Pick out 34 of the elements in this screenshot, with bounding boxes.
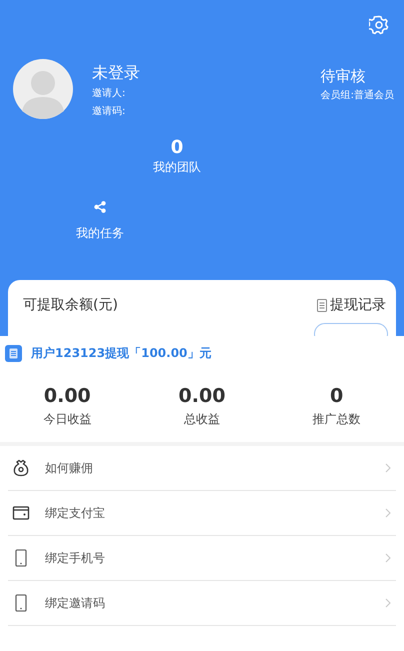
bag-icon bbox=[12, 459, 30, 477]
menu-label: 如何赚佣 bbox=[45, 460, 93, 476]
menu-item[interactable]: 绑定手机号 bbox=[8, 536, 396, 581]
member-group: 会员组:普通会员 bbox=[320, 87, 394, 105]
stat-value: 0.00 bbox=[178, 384, 226, 408]
stat-label: 今日收益 bbox=[43, 411, 92, 428]
team-count: 0 bbox=[170, 137, 184, 159]
chevron-icon bbox=[385, 553, 391, 563]
inviter-label: 邀请人: bbox=[92, 86, 126, 101]
menu-label: 绑定支付宝 bbox=[45, 504, 105, 522]
menu-label: 绑定邀请码 bbox=[45, 594, 105, 612]
invite-code-label: 邀请码: bbox=[92, 104, 126, 119]
withdraw-record-link[interactable]: 提现记录 bbox=[330, 296, 386, 314]
chevron-icon bbox=[385, 463, 391, 473]
document-icon bbox=[317, 298, 327, 312]
stat-label: 总收益 bbox=[184, 411, 220, 428]
chevron-icon bbox=[385, 598, 391, 608]
stat-label: 推广总数 bbox=[312, 411, 361, 428]
notice-text: 用户123123提现「100.00」元 bbox=[31, 344, 212, 362]
review-status: 待审核 bbox=[320, 66, 366, 86]
stat-value: 0.00 bbox=[44, 384, 91, 408]
settings-icon[interactable] bbox=[369, 15, 389, 35]
share-icon[interactable] bbox=[94, 201, 106, 213]
chevron-icon bbox=[385, 508, 391, 518]
balance-title: 可提取余额(元) bbox=[23, 296, 118, 314]
user-name: 未登录 bbox=[92, 63, 140, 83]
menu-item[interactable]: 绑定支付宝 bbox=[8, 491, 396, 536]
avatar bbox=[13, 59, 73, 119]
menu-item[interactable]: 如何赚佣 bbox=[8, 446, 396, 491]
menu-label: 绑定手机号 bbox=[45, 550, 105, 566]
stat-value: 0 bbox=[330, 384, 344, 408]
notice-icon bbox=[5, 344, 22, 362]
wallet-icon bbox=[12, 504, 30, 522]
menu-item[interactable]: 绑定邀请码 bbox=[8, 581, 396, 626]
